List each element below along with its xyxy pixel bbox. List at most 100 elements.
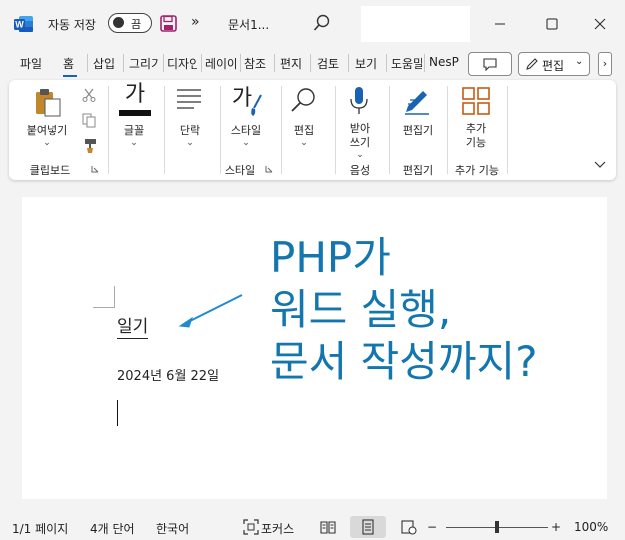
dialog-launcher-icon[interactable]	[265, 165, 273, 173]
addins-label-2: 기능	[465, 136, 487, 149]
minimize-icon[interactable]	[488, 12, 512, 36]
editor-icon[interactable]	[402, 86, 432, 116]
tab-home[interactable]: 홈	[63, 55, 77, 77]
dictate-label-1: 받아	[349, 122, 371, 135]
autosave-toggle[interactable]: 끔	[108, 13, 152, 33]
focus-mode-button[interactable]: 포커스	[261, 520, 294, 537]
edit-button-label: 편집	[542, 59, 565, 73]
addins-icon[interactable]	[461, 86, 491, 116]
focus-icon	[243, 519, 259, 535]
font-color-bar	[119, 110, 151, 116]
chevron-down-icon: ⌄	[300, 138, 308, 148]
format-painter-icon[interactable]	[82, 138, 98, 154]
ribbon: 붙여넣기 ⌄ 클립보드 가 글꼴 ⌄ 단락 ⌄ 가 스타일 ⌄ 스타일 편집 ⌄…	[9, 80, 616, 180]
tab-review[interactable]: 검토	[317, 55, 343, 72]
tab-design[interactable]: 디자인	[167, 55, 197, 72]
overlay-line-1: PHP가	[270, 233, 391, 282]
paste-icon[interactable]	[34, 88, 62, 118]
tab-nespdf[interactable]: NesPDF	[429, 55, 459, 69]
ribbon-scroll-right[interactable]: ›	[598, 52, 612, 76]
title-bar: W 자동 저장 끔 » 문서1...	[0, 0, 625, 48]
group-label-voice: 음성	[349, 164, 371, 177]
comments-button[interactable]	[468, 52, 512, 76]
font-button[interactable]: 글꼴 ⌄	[109, 122, 159, 148]
paragraph-icon[interactable]	[176, 88, 202, 110]
zoom-level[interactable]: 100%	[574, 520, 608, 534]
font-label: 글꼴	[123, 124, 145, 137]
group-label-clipboard: 클립보드	[29, 164, 71, 177]
chevron-down-icon: ⌄	[356, 150, 364, 160]
chevron-down-icon: ⌄	[242, 138, 250, 148]
tab-file[interactable]: 파일	[20, 55, 46, 72]
word-app-icon[interactable]: W	[14, 15, 34, 33]
language-indicator[interactable]: 한국어	[156, 520, 189, 537]
group-separator	[447, 86, 448, 174]
overlay-line-3: 문서 작성까지?	[270, 337, 538, 386]
collapse-ribbon-icon[interactable]	[594, 160, 606, 170]
page-count[interactable]: 1/1 페이지	[12, 520, 68, 537]
tab-layout[interactable]: 레이아웃	[205, 55, 236, 72]
tab-references[interactable]: 참조	[244, 55, 270, 72]
comment-icon	[483, 58, 497, 71]
tab-mailings[interactable]: 편지	[280, 55, 306, 72]
zoom-in-button[interactable]: +	[551, 520, 561, 534]
tab-draw[interactable]: 그리기	[129, 55, 159, 72]
tab-separator	[87, 54, 88, 72]
close-icon[interactable]	[588, 12, 612, 36]
group-label-editor: 편집기	[402, 164, 434, 177]
group-label-addins: 추가 기능	[455, 164, 499, 177]
addins-button[interactable]: 추가 기능	[451, 122, 501, 150]
tab-separator	[201, 54, 202, 72]
overlay-caption: PHP가 워드 실행, 문서 작성까지?	[270, 232, 537, 388]
tab-view[interactable]: 보기	[355, 55, 381, 72]
search-icon[interactable]	[313, 14, 331, 32]
paste-label: 붙여넣기	[26, 124, 68, 137]
zoom-out-button[interactable]: −	[427, 520, 437, 534]
microphone-icon[interactable]	[349, 86, 369, 116]
tab-insert[interactable]: 삽입	[93, 55, 119, 72]
account-area	[361, 6, 470, 42]
overlay-line-2: 워드 실행,	[270, 285, 452, 334]
styles-button[interactable]: 스타일 ⌄	[221, 122, 271, 148]
tab-separator	[163, 54, 164, 72]
pencil-icon	[526, 58, 538, 70]
chevron-down-icon: ⌄	[186, 138, 194, 148]
paste-button[interactable]: 붙여넣기 ⌄	[22, 122, 72, 148]
cut-icon[interactable]	[82, 88, 96, 102]
tab-separator	[348, 54, 349, 72]
addins-label-1: 추가	[465, 122, 487, 135]
tab-help[interactable]: 도움말	[391, 55, 422, 72]
chevron-down-icon: ⌄	[43, 138, 51, 148]
dictate-button[interactable]: 받아 쓰기 ⌄	[335, 122, 385, 160]
status-bar: 1/1 페이지 4개 단어 한국어 포커스 − + 100%	[0, 514, 625, 540]
document-title[interactable]: 문서1...	[228, 16, 269, 33]
editing-mode-button[interactable]: 편집 ⌄	[518, 52, 590, 76]
margin-corner-mark	[93, 286, 115, 308]
copy-icon[interactable]	[82, 113, 96, 128]
paragraph-button[interactable]: 단락 ⌄	[165, 122, 215, 148]
paragraph-label: 단락	[179, 124, 201, 137]
dialog-launcher-icon[interactable]	[91, 165, 99, 173]
chevron-down-icon: ⌄	[130, 138, 138, 148]
tab-separator	[240, 54, 241, 72]
zoom-slider-thumb[interactable]	[495, 521, 499, 533]
find-icon[interactable]	[290, 86, 318, 114]
editing-label: 편집	[293, 124, 315, 137]
more-commands-icon[interactable]: »	[191, 14, 200, 30]
text-cursor	[117, 400, 118, 426]
web-layout-icon[interactable]	[401, 519, 417, 535]
tab-separator	[424, 54, 425, 72]
document-date[interactable]: 2024년 6월 22일	[117, 365, 219, 384]
font-icon[interactable]: 가	[117, 82, 153, 108]
dictate-label-2: 쓰기	[349, 136, 371, 149]
editor-button[interactable]: 편집기	[393, 122, 443, 138]
save-icon[interactable]	[160, 15, 177, 32]
group-separator	[507, 86, 508, 174]
maximize-icon[interactable]	[540, 12, 564, 36]
read-mode-icon[interactable]	[320, 519, 336, 535]
print-layout-icon	[362, 519, 374, 535]
document-heading[interactable]: 일기	[117, 316, 149, 339]
autosave-label: 자동 저장	[48, 18, 96, 32]
editing-button[interactable]: 편집 ⌄	[279, 122, 329, 148]
word-count[interactable]: 4개 단어	[90, 520, 135, 537]
